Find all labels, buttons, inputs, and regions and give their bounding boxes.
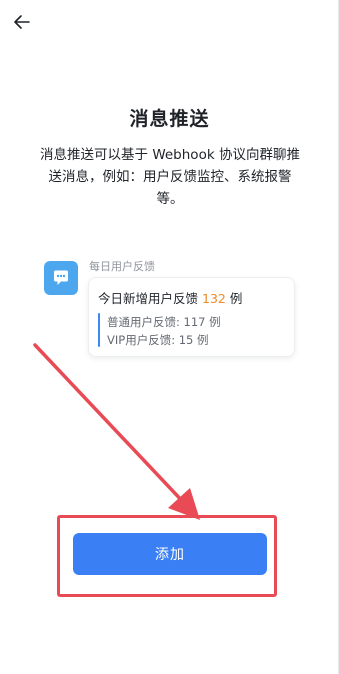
add-button[interactable]: 添加 [73, 533, 267, 575]
